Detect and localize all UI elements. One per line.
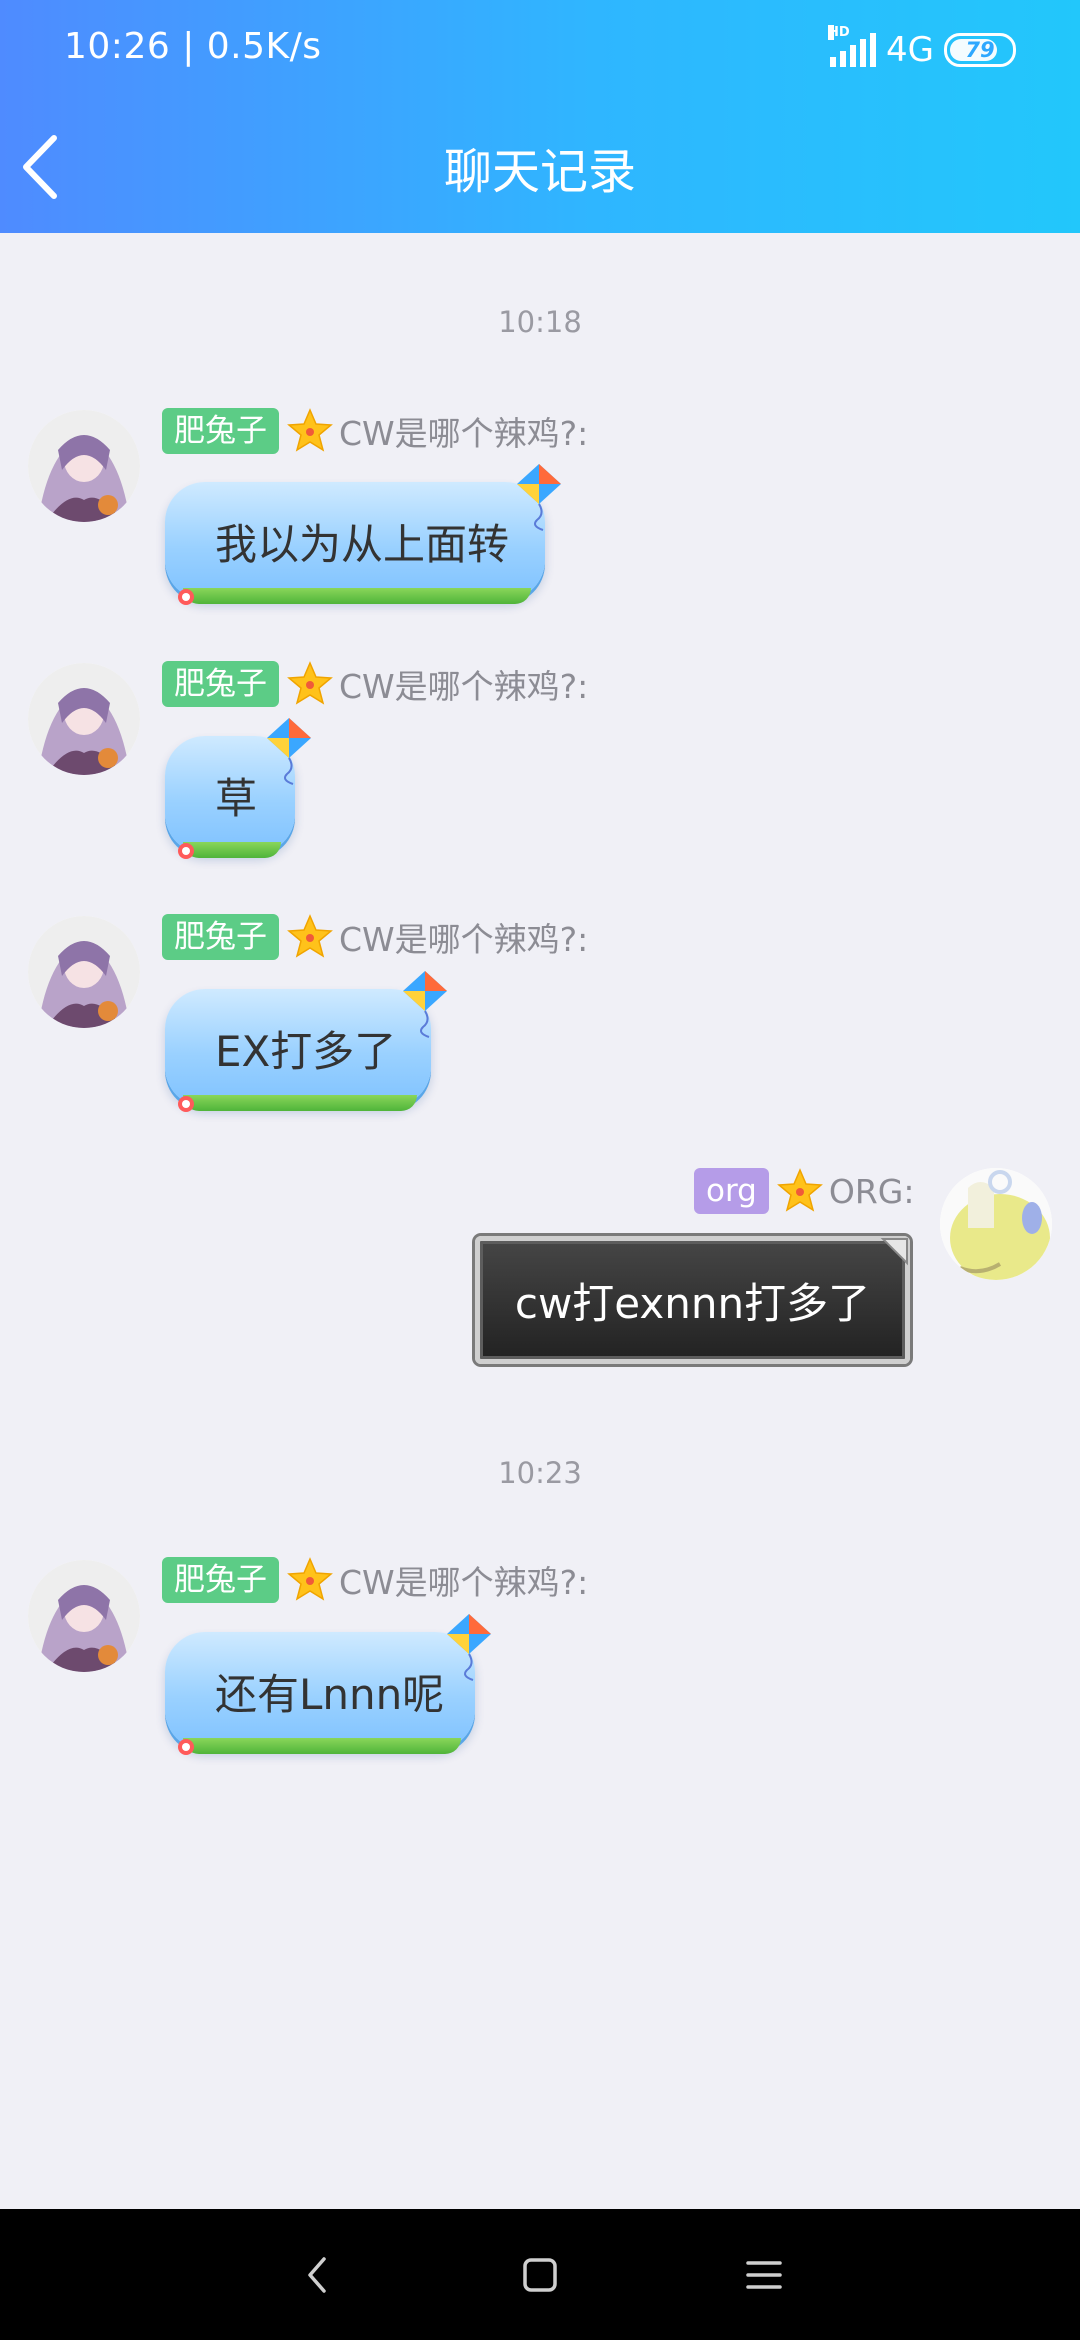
sender-tag: 肥兔子	[162, 914, 279, 960]
network-type: 4G	[886, 30, 934, 70]
back-triangle-icon[interactable]	[296, 2253, 340, 2297]
page-title: 聊天记录	[443, 144, 636, 200]
sender-name: CW是哪个辣鸡?:	[339, 414, 589, 453]
status-bar-right: HD 4G 79	[828, 25, 1016, 70]
bubble-corner-icon	[178, 589, 194, 605]
sender-tag: org	[694, 1168, 769, 1214]
sender-meta: 肥兔子 CW是哪个辣鸡?:	[162, 913, 588, 961]
avatar-anime-girl-icon	[28, 410, 140, 522]
kite-icon	[517, 464, 561, 531]
status-network-speed: 0.5K/s	[206, 26, 322, 67]
message-bubble[interactable]: EX打多了	[165, 971, 447, 1112]
avatar-anime-girl-icon	[28, 916, 140, 1028]
avatar[interactable]	[28, 663, 140, 775]
avatar[interactable]	[28, 410, 140, 522]
sender-meta: org ORG:	[694, 1168, 914, 1214]
bubble-corner-icon	[178, 1739, 194, 1755]
status-time: 10:26	[64, 26, 171, 67]
message-text: 我以为从上面转	[215, 519, 510, 569]
star-icon	[287, 408, 333, 452]
sender-name: ORG:	[828, 1171, 915, 1211]
avatar[interactable]	[28, 1560, 140, 1672]
avatar[interactable]	[940, 1168, 1052, 1280]
avatar-anime-girl-icon	[28, 1560, 140, 1672]
timestamp: 10:23	[498, 1456, 582, 1490]
avatar-user-icon	[940, 1168, 1052, 1280]
app-header: 10:26 | 0.5K/s HD 4G 79 聊天记录	[0, 0, 1080, 233]
signal-icon: HD	[828, 25, 877, 67]
sender-name: CW是哪个辣鸡?:	[339, 1563, 589, 1602]
kite-icon	[267, 718, 311, 785]
bubble-grass-decoration	[183, 1095, 417, 1111]
star-icon	[287, 1557, 333, 1601]
message-text: 草	[215, 773, 258, 823]
message-text: EX打多了	[215, 1026, 397, 1076]
message-bubble[interactable]: 还有Lnnn呢	[165, 1614, 491, 1755]
bubble-corner-icon	[178, 843, 194, 859]
hd-label: HD	[828, 25, 850, 40]
bubble-grass-decoration	[183, 1738, 461, 1754]
kite-icon	[447, 1614, 491, 1681]
system-navigation-bar	[0, 2209, 1080, 2340]
sender-tag: 肥兔子	[162, 408, 279, 454]
sender-meta: 肥兔子 CW是哪个辣鸡?:	[162, 407, 588, 455]
signal-bar-4	[860, 39, 867, 67]
star-icon	[776, 1168, 823, 1212]
signal-bar-3	[850, 45, 857, 67]
message-bubble[interactable]: 草	[165, 718, 311, 859]
home-square-icon[interactable]	[518, 2253, 562, 2297]
bubble-grass-decoration	[183, 588, 531, 604]
menu-lines-icon[interactable]	[742, 2253, 786, 2297]
sender-tag: 肥兔子	[162, 661, 279, 707]
battery-icon: 79	[944, 33, 1016, 67]
avatar-anime-girl-icon	[28, 663, 140, 775]
timestamp: 10:18	[498, 305, 582, 339]
sender-tag: 肥兔子	[162, 1557, 279, 1603]
bubble-corner-icon	[178, 1096, 194, 1112]
sender-name: CW是哪个辣鸡?:	[339, 920, 589, 959]
signal-bar-2	[840, 51, 847, 67]
bubble-corner-icon	[880, 1238, 908, 1266]
sender-name: CW是哪个辣鸡?:	[339, 667, 589, 706]
message-bubble-dark[interactable]: cw打exnnn打多了	[475, 1236, 910, 1364]
signal-bar-1	[830, 57, 837, 67]
star-icon	[287, 914, 333, 958]
message-bubble[interactable]: 我以为从上面转	[165, 464, 561, 605]
sender-meta: 肥兔子 CW是哪个辣鸡?:	[162, 660, 588, 708]
sender-meta: 肥兔子 CW是哪个辣鸡?:	[162, 1556, 588, 1604]
signal-bar-5	[870, 33, 877, 67]
star-icon	[287, 661, 333, 705]
kite-icon	[403, 971, 447, 1038]
message-text: 还有Lnnn呢	[215, 1669, 445, 1719]
status-divider: |	[182, 26, 207, 67]
message-text: cw打exnnn打多了	[514, 1278, 871, 1328]
battery-level: 79	[965, 38, 995, 62]
avatar[interactable]	[28, 916, 140, 1028]
status-bar-left: 10:26 | 0.5K/s	[64, 26, 322, 67]
